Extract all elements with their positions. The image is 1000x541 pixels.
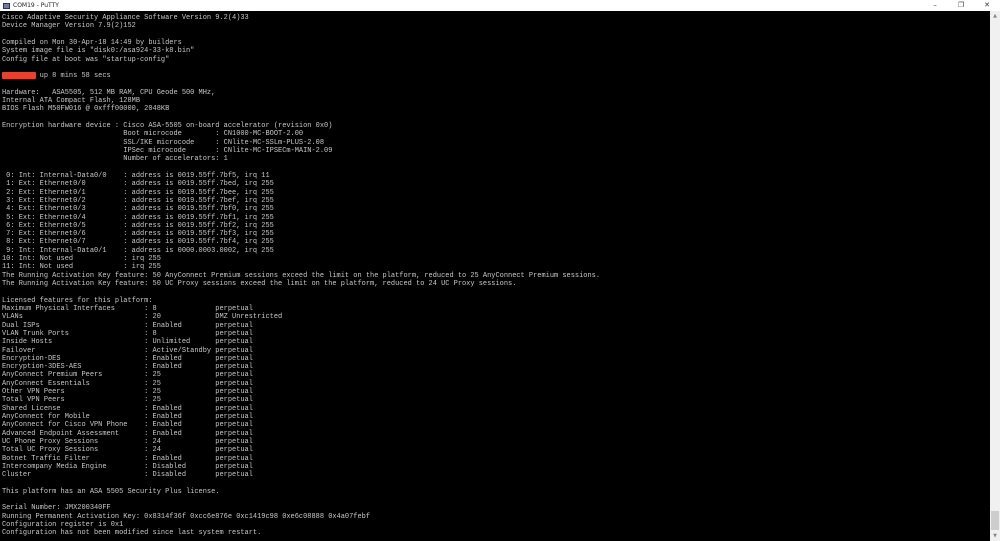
terminal-line: Compiled on Mon 30-Apr-18 14:49 by build… — [2, 38, 182, 47]
terminal-line: 5: Ext: Ethernet0/4 : address is 0019.55… — [2, 213, 274, 222]
terminal-line: Failover : Active/Standby perpetual — [2, 346, 253, 355]
terminal-line: Inside Hosts : Unlimited perpetual — [2, 338, 253, 347]
terminal-line: 3: Ext: Ethernet0/2 : address is 0019.55… — [2, 196, 274, 205]
terminal-line: 2: Ext: Ethernet0/1 : address is 0019.55… — [2, 188, 274, 197]
terminal-line: Config file at boot was "startup-config" — [2, 55, 170, 64]
redacted-hostname — [2, 72, 36, 79]
terminal-line: AnyConnect for Mobile : Enabled perpetua… — [2, 413, 253, 421]
terminal-line: AnyConnect for Cisco VPN Phone : Enabled… — [2, 421, 253, 430]
terminal-line: This platform has an ASA 5505 Security P… — [2, 487, 220, 496]
terminal-line: UC Phone Proxy Sessions : 24 perpetual — [2, 437, 253, 446]
terminal-line: Encryption-DES : Enabled perpetual — [2, 354, 253, 363]
terminal-line: 10: Int: Not used : irq 255 — [2, 255, 161, 264]
terminal-line: The Running Activation Key feature: 50 U… — [2, 280, 517, 288]
terminal-line: AnyConnect Premium Peers : 25 perpetual — [2, 371, 253, 380]
terminal-line: IPSec microcode : CNlite-MC-IPSECm-MAIN-… — [2, 147, 333, 155]
terminal-line: 4: Ext: Ethernet0/3 : address is 0019.55… — [2, 205, 274, 214]
terminal-line: Hardware: ASA5505, 512 MB RAM, CPU Geode… — [2, 88, 216, 97]
terminal-line: Other VPN Peers : 25 perpetual — [2, 388, 253, 397]
maximize-button[interactable]: ❐ — [948, 0, 974, 11]
close-button[interactable]: ✕ — [974, 0, 1000, 11]
terminal-line: Intercompany Media Engine : Disabled per… — [2, 462, 253, 471]
terminal-line: Maximum Physical Interfaces : 8 perpetua… — [2, 304, 253, 313]
terminal-line: Encryption hardware device : Cisco ASA-5… — [2, 122, 333, 131]
minimize-button[interactable]: – — [922, 0, 948, 11]
terminal-line: Advanced Endpoint Assessment : Enabled p… — [2, 429, 253, 438]
terminal-line: Number of accelerators: 1 — [2, 155, 228, 164]
terminal-line: Device Manager Version 7.9(2)152 — [2, 22, 136, 31]
terminal-line: Total VPN Peers : 25 perpetual — [2, 396, 253, 405]
terminal-line: SSL/IKE microcode : CNlite-MC-SSLm-PLUS-… — [2, 138, 325, 147]
terminal-line: Configuration register is 0x1 — [2, 521, 124, 530]
terminal-line: Total UC Proxy Sessions : 24 perpetual — [2, 446, 253, 455]
terminal-line: Boot microcode : CN1000-MC-BOOT-2.00 — [2, 130, 304, 139]
terminal-line: Configuration has not been modified sinc… — [2, 529, 262, 538]
terminal-line: Botnet Traffic Filter : Enabled perpetua… — [2, 454, 253, 463]
scroll-down-icon[interactable]: ▼ — [990, 531, 1000, 541]
terminal-line: 1: Ext: Ethernet0/0 : address is 0019.55… — [2, 180, 274, 189]
terminal-line: AnyConnect Essentials : 25 perpetual — [2, 379, 253, 388]
terminal-line: Shared License : Enabled perpetual — [2, 404, 253, 413]
terminal-line: Dual ISPs : Enabled perpetual — [2, 321, 253, 330]
terminal-line: Cisco Adaptive Security Appliance Softwa… — [2, 14, 249, 22]
terminal-line: Running Permanent Activation Key: 0x8314… — [2, 512, 371, 521]
terminal-line: Internal ATA Compact Flash, 128MB — [2, 97, 141, 106]
terminal-line: BIOS Flash M50FW016 @ 0xfff00000, 2048KB — [2, 105, 170, 114]
title-bar: COM19 - PuTTY – ❐ ✕ — [0, 0, 1000, 11]
scroll-up-icon[interactable]: ▲ — [990, 11, 1000, 21]
terminal-line: 8: Ext: Ethernet0/7 : address is 0019.55… — [2, 238, 274, 247]
terminal-line: Cluster : Disabled perpetual — [2, 471, 253, 480]
terminal-line: 9: Int: Internal-Data0/1 : address is 00… — [2, 246, 274, 255]
terminal-line: Licensed features for this platform: — [2, 296, 153, 305]
putty-icon — [3, 2, 10, 9]
terminal-line: up 8 mins 58 secs — [2, 72, 111, 81]
terminal-line: 11: Int: Not used : irq 255 — [2, 263, 161, 272]
vertical-scrollbar[interactable]: ▲ ▼ — [990, 11, 1000, 541]
terminal-line: VLANs : 20 DMZ Unrestricted — [2, 313, 283, 322]
terminal-output[interactable]: Cisco Adaptive Security Appliance Softwa… — [0, 11, 990, 541]
terminal-line: The Running Activation Key feature: 50 A… — [2, 271, 601, 280]
window-title: COM19 - PuTTY — [13, 2, 59, 9]
terminal-line: Encryption-3DES-AES : Enabled perpetual — [2, 363, 253, 372]
terminal-line: System image file is "disk0:/asa924-33-k… — [2, 47, 195, 56]
terminal-line: 7: Ext: Ethernet0/6 : address is 0019.55… — [2, 230, 274, 239]
terminal-line: VLAN Trunk Ports : 8 perpetual — [2, 329, 253, 338]
terminal-line: 6: Ext: Ethernet0/5 : address is 0019.55… — [2, 221, 274, 230]
terminal-lines: Cisco Adaptive Security Appliance Softwa… — [2, 14, 600, 538]
terminal-line: 0: Int: Internal-Data0/0 : address is 00… — [2, 171, 270, 180]
terminal-line: Serial Number: JMX200340FF — [2, 504, 111, 513]
scrollbar-thumb[interactable] — [991, 511, 999, 530]
